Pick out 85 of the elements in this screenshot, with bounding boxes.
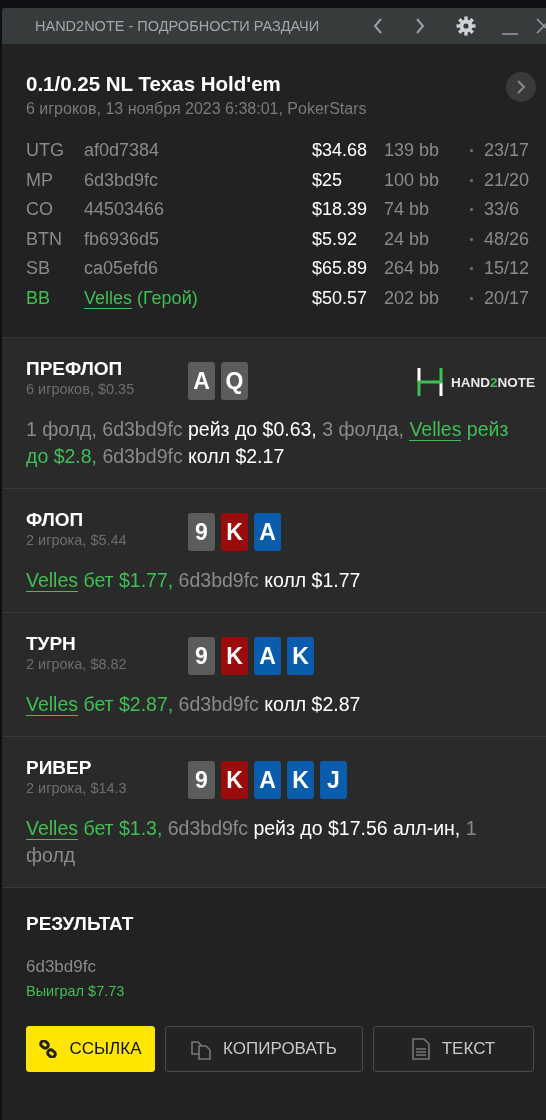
stack-cell-text: $34.68 [312,139,369,162]
position-cell-text: UTG [26,139,65,162]
winnings-text: Выиграл $7.73 [26,982,126,1001]
action-text: Velles бет $1.3, 6d3bd9fc рейз до $17.56 алл-ин, 1 фолд [26,816,478,868]
separator-dot [470,149,473,153]
position-cell-text: BTN [26,227,63,251]
action-text: Velles бет $2.87, 6d3bd9fc колл $2.87 [26,692,362,718]
position-cell-text: MP [26,168,54,192]
big-blinds-cell-text: 202 bb [384,286,441,310]
big-blinds-cell-text: 264 bb [384,257,441,280]
player-name: fb6936d5 [84,227,161,251]
playing-card: 9 [188,513,215,551]
stack-cell-text: $50.57 [312,286,369,310]
stats-cell-text: 15/12 [484,257,531,280]
street-info: 2 игрока, $8.82 [26,655,128,673]
stats-cell-text: 21/20 [484,168,531,192]
playing-card: 9 [188,637,215,675]
stack-cell-text: $25 [312,168,344,192]
playing-card: K [221,637,248,675]
playing-card: J [320,761,347,799]
stack-cell-text: $5.92 [312,227,359,251]
stats-cell-text: 23/17 [484,139,531,162]
hand-title: 0.1/0.25 NL Texas Hold'em [26,71,282,97]
action-text: Velles бет $1.77, 6d3bd9fc колл $1.77 [26,568,362,594]
hero-tag: (Герой) [137,287,198,308]
player-link[interactable]: Velles [26,817,79,840]
playing-card: K [287,761,314,799]
separator-dot [470,267,473,271]
chevron-right-icon [516,80,526,94]
result-title: РЕЗУЛЬТАТ [26,912,135,936]
hand-subtitle: 6 игроков, 13 ноября 2023 6:38:01, PokerStars [26,99,367,119]
big-blinds-cell-text: 74 bb [384,198,431,221]
window-title: HAND2NOTE - ПОДРОБНОСТИ РАЗДАЧИ [35,18,321,34]
street-info: 6 игроков, $0.35 [26,380,136,398]
stats-cell-text: 33/6 [484,198,521,221]
playing-card: Q [221,362,248,400]
document-icon [411,1038,430,1060]
big-blinds-cell-text: 100 bb [384,168,441,192]
action-text: 1 фолд, 6d3bd9fc рейз до $0.63, 3 фолда, Velles рейз до $2.8, 6d3bd9fc колл $2.17 [26,417,510,469]
playing-card: A [254,761,281,799]
playing-card: K [287,637,314,675]
player-name: 44503466 [84,198,166,221]
playing-card: A [254,513,281,551]
logo-text: HAND2NOTE [450,374,535,390]
stats-cell-text: 48/26 [484,227,531,251]
link-button[interactable]: ССЫЛКА [26,1026,155,1072]
separator-dot [470,178,473,182]
position-cell-text: BB [26,286,51,310]
playing-card: A [188,362,215,400]
position-cell-text: SB [26,257,51,280]
stats-cell-text: 20/17 [484,286,531,310]
street-info: 2 игрока, $14.3 [26,779,128,797]
playing-card: 9 [188,761,215,799]
stack-cell-text: $18.39 [312,198,369,221]
street-info: 2 игрока, $5.44 [26,531,128,549]
street-title: ФЛОП [26,509,85,531]
player-link[interactable]: Velles [26,569,79,592]
separator-dot [470,237,473,241]
playing-card: A [254,637,281,675]
winner-name: 6d3bd9fc [26,956,97,978]
big-blinds-cell-text: 24 bb [384,227,431,251]
player-link[interactable]: Velles [84,287,133,309]
player-link[interactable]: Velles [409,418,462,441]
settings-button[interactable] [456,16,476,36]
playing-card: K [221,761,248,799]
logo-icon [416,368,443,396]
minimize-icon [502,33,518,35]
stack-cell-text: $65.89 [312,257,369,280]
next-button[interactable] [506,72,536,102]
separator-dot [470,208,473,212]
separator-dot [470,296,473,300]
player-name: ca05efd6 [84,257,160,280]
player-name: 6d3bd9fc [84,168,160,192]
text-button[interactable]: ТЕКСТ [373,1026,534,1072]
big-blinds-cell-text: 139 bb [384,139,441,162]
chain-link-icon [39,1040,58,1058]
player-name: af0d7384 [84,139,161,162]
position-cell-text: CO [26,198,54,221]
street-title: ТУРН [26,633,77,655]
street-title: ПРЕФЛОП [26,358,124,380]
street-title: РИВЕР [26,757,93,779]
copy-button[interactable]: КОПИРОВАТЬ [165,1026,363,1072]
player-link[interactable]: Velles [26,693,79,716]
copy-icon [191,1038,212,1060]
playing-card: K [221,513,248,551]
